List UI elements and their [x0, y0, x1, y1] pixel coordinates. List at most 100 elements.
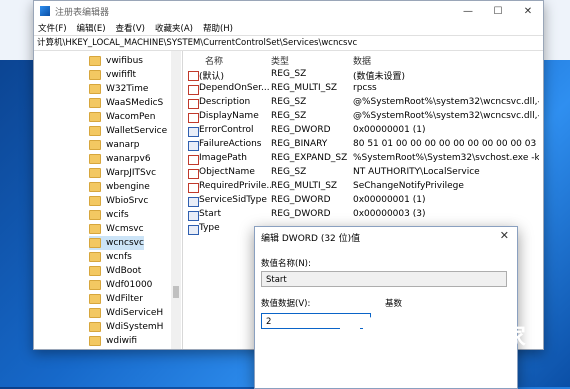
value-row[interactable]: FailureActions REG_BINARY 80 51 01 00 00 0…: [183, 138, 543, 152]
tree-item[interactable]: Wdf01000: [89, 278, 152, 292]
tree-item-label: WacomPen: [106, 112, 156, 122]
tree-item-label: vwififlt: [106, 70, 137, 80]
title-bar: 注册表编辑器 — ☐ ✕: [34, 1, 543, 21]
menu-help[interactable]: 帮助(H): [203, 22, 233, 34]
tree-item-label: vwifibus: [106, 56, 143, 66]
tree-item[interactable]: WdiSystemH: [89, 320, 163, 334]
tree-item-label: wdiwifi: [106, 336, 138, 346]
value-data: rpcss: [353, 83, 377, 93]
tree-item-label: WalletService: [106, 126, 168, 136]
folder-icon: [89, 308, 101, 318]
tree-item[interactable]: WdBoot: [89, 264, 141, 278]
menu-bar: 文件(F) 编辑(E) 查看(V) 收藏夹(A) 帮助(H): [34, 21, 543, 35]
folder-icon: [89, 280, 101, 290]
folder-icon: [89, 168, 101, 178]
folder-icon: [89, 70, 101, 80]
address-bar[interactable]: 计算机\HKEY_LOCAL_MACHINE\SYSTEM\CurrentCon…: [34, 35, 543, 51]
tree-item[interactable]: wcncsvc: [89, 236, 144, 250]
value-row[interactable]: RequiredPrivile... REG_MULTI_SZ SeChangeNo…: [183, 180, 543, 194]
value-row[interactable]: (默认) REG_SZ (数值未设置): [183, 68, 543, 82]
tree-item-label: Wdf01000: [106, 280, 153, 290]
folder-icon: [89, 210, 101, 220]
string-value-icon: [188, 183, 199, 193]
tree-item[interactable]: wanarp: [89, 138, 140, 152]
tree-item-label: WaaSMedicS: [106, 98, 164, 108]
column-header-data[interactable]: 数据: [353, 54, 371, 67]
tree-item[interactable]: vwififlt: [89, 68, 136, 82]
value-row[interactable]: Description REG_SZ @%SystemRoot%\system32\…: [183, 96, 543, 110]
tree-item[interactable]: WdFilter: [89, 292, 143, 306]
value-type: REG_SZ: [271, 69, 307, 79]
tree-item[interactable]: W32Time: [89, 82, 148, 96]
value-name: ErrorControl: [199, 125, 254, 135]
value-data: SeChangeNotifyPrivilege: [353, 181, 464, 191]
binary-value-icon: [188, 225, 199, 235]
value-row[interactable]: DependOnSer... REG_MULTI_SZ rpcss: [183, 82, 543, 96]
tree-scrollbar-thumb[interactable]: [173, 286, 179, 298]
tree-item-label: WdiServiceH: [106, 308, 164, 318]
maximize-button[interactable]: ☐: [483, 6, 513, 17]
tree-item-label: W32Time: [106, 84, 149, 94]
value-type: REG_MULTI_SZ: [271, 83, 338, 93]
value-name: ImagePath: [199, 153, 247, 163]
tree-item-label: WdBoot: [106, 266, 142, 276]
string-value-icon: [188, 99, 199, 109]
tree-item[interactable]: WbioSrvc: [89, 194, 148, 208]
folder-icon: [89, 126, 101, 136]
value-row[interactable]: DisplayName REG_SZ @%SystemRoot%\system32\…: [183, 110, 543, 124]
watermark-url: www.win10xitong.com: [396, 349, 509, 360]
folder-icon: [89, 140, 101, 150]
tree-item[interactable]: Wcmsvc: [89, 222, 144, 236]
value-type: REG_SZ: [271, 111, 307, 121]
tree-item[interactable]: wcnfs: [89, 250, 132, 264]
value-type: REG_DWORD: [271, 195, 331, 205]
tree-item-label: WbioSrvc: [106, 196, 149, 206]
tree-item[interactable]: WaaSMedicS: [89, 96, 163, 110]
value-data: @%SystemRoot%\system32\wcncsvc.dll,-3: [353, 111, 539, 121]
tree-item[interactable]: WalletService: [89, 124, 167, 138]
tree-item[interactable]: wcifs: [89, 208, 129, 222]
value-name-field[interactable]: Start: [261, 271, 507, 287]
tree-item[interactable]: wanarpv6: [89, 152, 151, 166]
close-button[interactable]: ✕: [513, 6, 543, 17]
tree-item[interactable]: WacomPen: [89, 110, 155, 124]
value-type: REG_DWORD: [271, 209, 331, 219]
value-row[interactable]: ServiceSidType REG_DWORD 0x00000001 (1): [183, 194, 543, 208]
value-row[interactable]: Start REG_DWORD 0x00000003 (3): [183, 208, 543, 222]
string-value-icon: [188, 85, 199, 95]
tree-item[interactable]: wdiwifi: [89, 334, 137, 348]
menu-file[interactable]: 文件(F): [38, 22, 67, 34]
tree-item-label: wcnfs: [106, 252, 132, 262]
watermark-brand: Win10 之家: [396, 325, 526, 350]
minimize-button[interactable]: —: [453, 6, 483, 17]
value-row[interactable]: ErrorControl REG_DWORD 0x00000001 (1): [183, 124, 543, 138]
tree-item[interactable]: vwifibus: [89, 54, 143, 68]
tree-item-label: WdFilter: [106, 294, 143, 304]
column-header-name[interactable]: 名称: [205, 54, 223, 67]
binary-value-icon: [188, 127, 199, 137]
value-type: REG_SZ: [271, 167, 307, 177]
dialog-close-button[interactable]: ✕: [500, 229, 509, 242]
tree-item-label: wcifs: [106, 210, 129, 220]
value-data: NT AUTHORITY\LocalService: [353, 167, 480, 177]
value-data: %SystemRoot%\System32\svchost.exe -k Loc…: [353, 153, 539, 163]
tree-scrollbar[interactable]: [171, 51, 181, 349]
folder-icon: [89, 196, 101, 206]
value-name: DependOnSer...: [199, 83, 270, 93]
menu-view[interactable]: 查看(V): [116, 22, 145, 34]
menu-edit[interactable]: 编辑(E): [77, 22, 106, 34]
column-header-type[interactable]: 类型: [271, 54, 289, 67]
tree-item-label: WarpJITSvc: [106, 168, 157, 178]
folder-icon: [89, 322, 101, 332]
tree-item[interactable]: WdiServiceH: [89, 306, 163, 320]
tree-item-label: wanarp: [106, 140, 140, 150]
value-row[interactable]: ObjectName REG_SZ NT AUTHORITY\LocalServic…: [183, 166, 543, 180]
value-type: REG_BINARY: [271, 139, 328, 149]
value-type: REG_DWORD: [271, 125, 331, 135]
menu-favorites[interactable]: 收藏夹(A): [155, 22, 193, 34]
tree-item[interactable]: WarpJITSvc: [89, 166, 156, 180]
string-value-icon: [188, 155, 199, 165]
value-row[interactable]: ImagePath REG_EXPAND_SZ %SystemRoot%\Syste…: [183, 152, 543, 166]
tree-item[interactable]: wbengine: [89, 180, 150, 194]
string-value-icon: [188, 71, 199, 81]
